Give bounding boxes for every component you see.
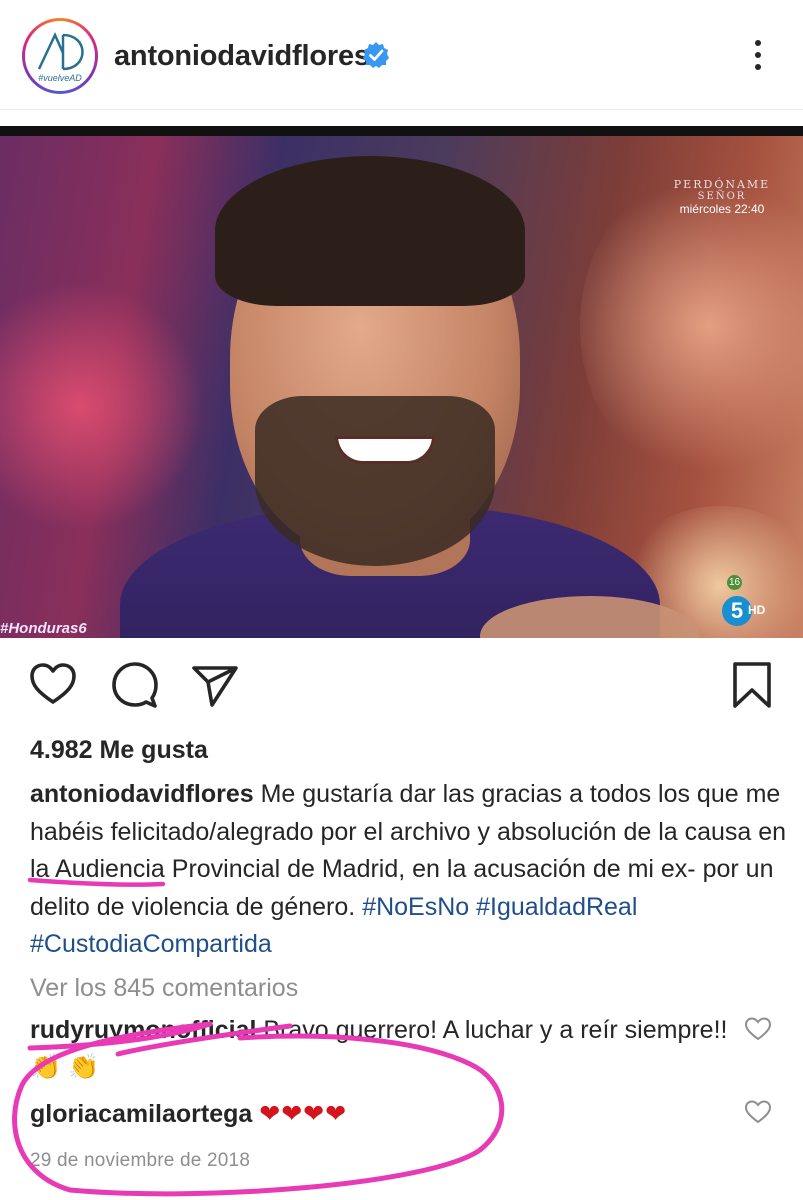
tv-promo-overlay: PERDÓNAME SEÑOR miércoles 22:40 (672, 178, 772, 216)
tv-age-rating: 16 (727, 575, 742, 590)
avatar-tag: #vuelveAD (38, 73, 82, 83)
comment-item: gloriacamilaortega ❤❤❤❤ (30, 1096, 730, 1133)
hashtag-link[interactable]: #IgualdadReal (476, 893, 637, 921)
tv-channel-logo: 5 HD (722, 596, 774, 636)
avatar[interactable]: #vuelveAD (22, 18, 98, 94)
photo-top-border (0, 126, 803, 136)
comment-text: Bravo guerrero! A luchar y a reír siempr… (263, 1016, 728, 1044)
comment-item: rudyruymonofficial Bravo guerrero! A luc… (30, 1012, 730, 1086)
tv-hashtag: #Honduras6 (0, 620, 87, 637)
caption-highlight: absolución (496, 817, 617, 846)
comment-emoji: ❤❤❤❤ (259, 1100, 348, 1128)
comment-like-heart-icon[interactable] (744, 1016, 772, 1042)
bookmark-icon[interactable] (727, 660, 777, 710)
hashtag-link[interactable]: #CustodiaCompartida (30, 930, 272, 958)
hashtag-link[interactable]: #NoEsNo (362, 893, 469, 921)
photo-bg-light (0, 276, 200, 536)
photo-person-smile (335, 436, 435, 464)
post-date: 29 de noviembre de 2018 (30, 1150, 251, 1171)
heart-icon[interactable] (28, 660, 78, 710)
comment-username[interactable]: gloriacamilaortega (30, 1100, 252, 1128)
tv-promo-line2: SEÑOR (697, 191, 747, 202)
tv-promo-line3: miércoles 22:40 (679, 202, 765, 216)
post-caption: antoniodavidflores Me gustaría dar las g… (30, 776, 790, 964)
photo-person-beard (255, 396, 495, 566)
tv-channel-hd: HD (748, 603, 766, 617)
header-username[interactable]: antoniodavidflores (114, 40, 370, 73)
tv-promo-line1: PERDÓNAME (673, 178, 771, 191)
post-action-bar (0, 660, 803, 716)
likes-count[interactable]: 4.982 Me gusta (30, 736, 208, 765)
ad-logo-icon (37, 31, 84, 71)
photo-person-hair (215, 156, 525, 306)
view-comments-link[interactable]: Ver los 845 comentarios (30, 974, 298, 1003)
verified-badge-icon (363, 42, 389, 68)
more-vertical-icon[interactable] (746, 36, 770, 76)
comment-icon[interactable] (110, 660, 160, 710)
send-icon[interactable] (190, 660, 240, 710)
post-header: #vuelveAD antoniodavidflores (0, 0, 803, 110)
comment-like-heart-icon[interactable] (744, 1099, 772, 1125)
comment-emoji: 👏 👏 (30, 1053, 100, 1081)
comment-username[interactable]: rudyruymonofficial (30, 1016, 256, 1044)
caption-username[interactable]: antoniodavidflores (30, 780, 254, 808)
post-photo[interactable]: PERDÓNAME SEÑOR miércoles 22:40 16 5 HD … (0, 126, 803, 638)
avatar-inner: #vuelveAD (25, 21, 95, 91)
